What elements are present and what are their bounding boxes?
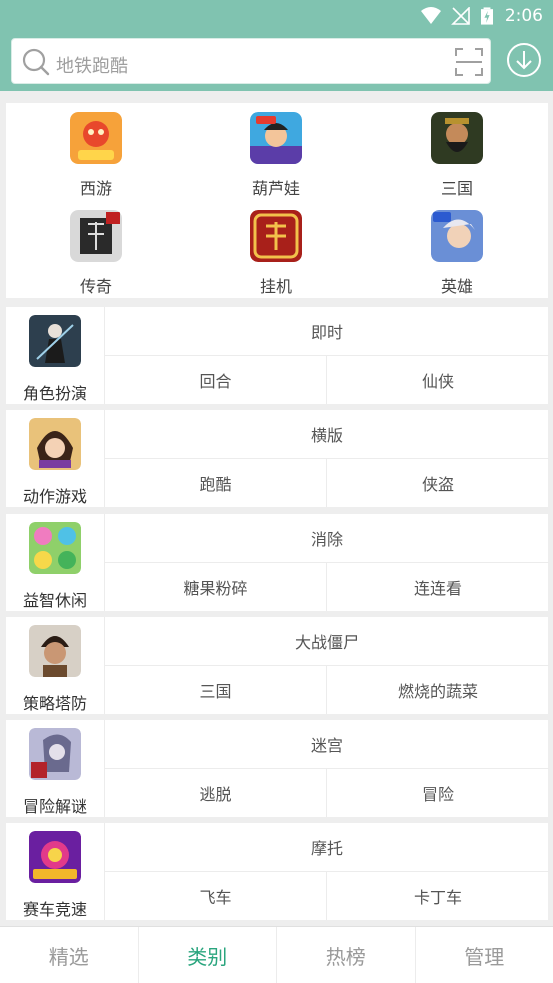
search-icon [22, 48, 50, 76]
featured-item-sanguo[interactable]: 三国 [407, 103, 507, 198]
sanguo-game-icon [431, 112, 483, 164]
xiyou-game-icon [70, 112, 122, 164]
category-tags: 迷宫 逃脱 冒险 [104, 720, 549, 817]
search-bar[interactable]: 地铁跑酷 [11, 38, 491, 84]
category-tag[interactable]: 回合 [105, 356, 327, 404]
featured-item-guaji[interactable]: 挂机 [226, 201, 326, 296]
category-adventure: 冒险解谜 迷宫 逃脱 冒险 [6, 720, 549, 817]
featured-item-huluwa[interactable]: 葫芦娃 [226, 103, 326, 198]
category-tag[interactable]: 三国 [105, 666, 327, 714]
category-tag[interactable]: 摩托 [105, 823, 549, 872]
category-tag[interactable]: 逃脱 [105, 769, 327, 817]
adventure-game-icon [29, 728, 81, 780]
guaji-game-icon [250, 210, 302, 262]
app-header: 2:06 地铁跑酷 [0, 0, 553, 91]
featured-label: 葫芦娃 [251, 179, 300, 198]
featured-label: 传奇 [79, 277, 112, 296]
featured-label: 西游 [79, 179, 112, 198]
category-tags: 摩托 飞车 卡丁车 [104, 823, 549, 920]
category-name: 冒险解谜 [22, 797, 87, 816]
action-game-icon [29, 418, 81, 470]
category-header[interactable]: 益智休闲 [6, 514, 104, 611]
category-tag[interactable]: 糖果粉碎 [105, 563, 327, 611]
category-racing: 赛车竞速 摩托 飞车 卡丁车 [6, 823, 549, 920]
category-puzzle-casual: 益智休闲 消除 糖果粉碎 连连看 [6, 514, 549, 611]
featured-item-xiyou[interactable]: 西游 [46, 103, 146, 198]
category-header[interactable]: 赛车竞速 [6, 823, 104, 920]
featured-item-chuanqi[interactable]: 传奇 [46, 201, 146, 296]
yingxiong-game-icon [431, 210, 483, 262]
tab-categories[interactable]: 类别 [139, 927, 277, 983]
category-tags: 消除 糖果粉碎 连连看 [104, 514, 549, 611]
featured-label: 英雄 [440, 277, 473, 296]
puzzle-casual-game-icon [29, 522, 81, 574]
category-name: 赛车竞速 [22, 900, 87, 919]
role-playing-game-icon [29, 315, 81, 367]
category-tag[interactable]: 横版 [105, 410, 549, 459]
category-tag[interactable]: 即时 [105, 307, 549, 356]
category-tags: 大战僵尸 三国 燃烧的蔬菜 [104, 617, 549, 714]
wifi-icon [420, 7, 441, 24]
scan-icon[interactable] [454, 47, 484, 77]
no-signal-icon [450, 7, 470, 25]
category-tag[interactable]: 飞车 [105, 872, 327, 920]
status-bar: 2:06 [420, 4, 543, 28]
bottom-nav: 精选 类别 热榜 管理 [0, 926, 553, 983]
category-name: 动作游戏 [22, 487, 87, 506]
category-strategy: 策略塔防 大战僵尸 三国 燃烧的蔬菜 [6, 617, 549, 714]
category-tag[interactable]: 大战僵尸 [105, 617, 549, 666]
category-header[interactable]: 角色扮演 [6, 307, 104, 404]
category-tag[interactable]: 消除 [105, 514, 549, 563]
featured-grid: 西游 葫芦娃 三国 传奇 挂机 英雄 [6, 103, 548, 298]
featured-label: 三国 [440, 179, 473, 198]
search-input[interactable]: 地铁跑酷 [56, 52, 128, 78]
racing-game-icon [29, 831, 81, 883]
category-tag[interactable]: 连连看 [327, 563, 549, 611]
strategy-game-icon [29, 625, 81, 677]
tab-charts[interactable]: 热榜 [277, 927, 416, 983]
tab-featured[interactable]: 精选 [0, 927, 139, 983]
battery-charging-icon [480, 7, 493, 25]
huluwa-game-icon [250, 112, 302, 164]
category-tags: 即时 回合 仙侠 [104, 307, 549, 404]
category-role-playing: 角色扮演 即时 回合 仙侠 [6, 307, 549, 404]
category-tag[interactable]: 冒险 [327, 769, 549, 817]
category-tag[interactable]: 迷宫 [105, 720, 549, 769]
category-tag[interactable]: 燃烧的蔬菜 [327, 666, 549, 714]
chuanqi-game-icon [70, 210, 122, 262]
featured-label: 挂机 [259, 277, 292, 296]
category-name: 策略塔防 [22, 694, 87, 713]
tab-manage[interactable]: 管理 [416, 927, 553, 983]
category-tag[interactable]: 侠盗 [327, 459, 549, 507]
category-name: 益智休闲 [22, 591, 87, 610]
category-tag[interactable]: 卡丁车 [327, 872, 549, 920]
featured-item-yingxiong[interactable]: 英雄 [407, 201, 507, 296]
category-header[interactable]: 动作游戏 [6, 410, 104, 507]
category-name: 角色扮演 [22, 384, 87, 403]
download-icon[interactable] [506, 42, 542, 78]
category-action: 动作游戏 横版 跑酷 侠盗 [6, 410, 549, 507]
category-header[interactable]: 冒险解谜 [6, 720, 104, 817]
category-tag[interactable]: 仙侠 [327, 356, 549, 404]
category-tag[interactable]: 跑酷 [105, 459, 327, 507]
category-tags: 横版 跑酷 侠盗 [104, 410, 549, 507]
category-header[interactable]: 策略塔防 [6, 617, 104, 714]
status-time: 2:06 [504, 6, 543, 26]
